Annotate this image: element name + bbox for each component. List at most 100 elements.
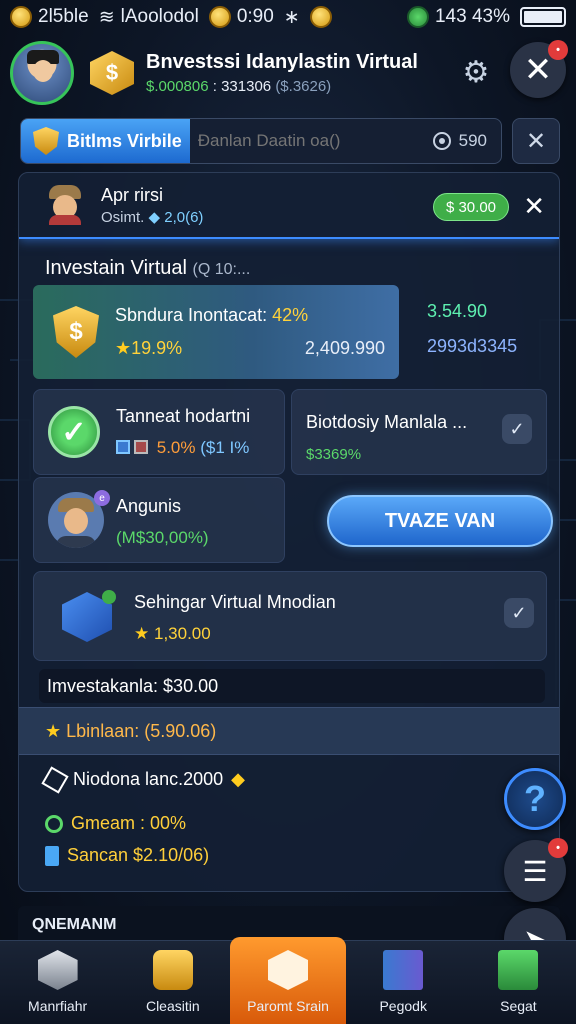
balance-green: $.000806 — [146, 78, 209, 95]
close-button[interactable]: ✕ • — [510, 40, 568, 98]
feature-side-values: 3.54.90 2993d3345 — [427, 301, 517, 357]
investment-card[interactable]: Sehingar Virtual Mnodian ★ 1,30.00 ✓ — [33, 571, 547, 661]
search-tab-label: Bitlms Virbile — [67, 130, 182, 151]
balance-white: : 331306 — [212, 78, 272, 95]
check-circle-icon: ✓ — [48, 406, 100, 458]
section-title-text: Investain Virtual — [45, 257, 187, 279]
user-sub: Osimt. ◆ 2,0(6) — [101, 208, 203, 226]
nav-item-manrfiahr[interactable]: Manrfiahr — [0, 941, 115, 1024]
info-line: Sancan $2.10/06) — [45, 845, 209, 866]
star-icon: ★ — [115, 338, 132, 358]
nav-label: Pegodk — [379, 998, 427, 1014]
search-input[interactable] — [189, 131, 433, 151]
search-box: Bitlms Virbile 590 — [20, 118, 502, 164]
card-title: Angunis — [116, 496, 182, 516]
card-pct: 5.0% — [156, 438, 196, 457]
app-logo-icon: $ — [90, 51, 134, 95]
info-line-text: Gmeam : 00% — [71, 813, 187, 833]
coin-icon — [208, 6, 231, 28]
status-dot — [102, 590, 116, 604]
list-button[interactable]: ☰ • — [504, 838, 568, 902]
shield-icon — [33, 127, 59, 155]
books-icon — [383, 950, 424, 990]
user-name: Apr rirsi — [101, 184, 163, 205]
search-count-value: 590 — [458, 131, 487, 150]
coins-icon: ◆ — [231, 769, 245, 789]
help-button[interactable]: ? — [504, 768, 566, 830]
info-line-text: Sancan $2.10/06) — [67, 845, 210, 865]
search-count: 590 — [432, 131, 501, 151]
featured-investment[interactable]: $ Sbndura Inontacat: 42% ★19.9% 2,409.99… — [33, 285, 399, 379]
box-icon — [37, 950, 78, 990]
search-row: Bitlms Virbile 590 ✕ — [20, 118, 560, 164]
invest-button[interactable]: TVAZE VAN — [327, 495, 553, 547]
nav-label: Manrfiahr — [28, 998, 88, 1014]
shield-dollar-icon: $ — [53, 306, 99, 358]
nav-item-cleasitin[interactable]: Cleasitin — [115, 941, 230, 1024]
section-title-suffix: (Q 10:... — [192, 261, 251, 278]
coin-icon — [10, 6, 32, 28]
balance-pill[interactable]: $ 30.00 — [432, 193, 509, 221]
checkbox[interactable]: ✓ — [504, 598, 534, 628]
card-extra: ($1 I% — [200, 438, 250, 457]
nav-label: Cleasitin — [145, 998, 200, 1014]
search-tab[interactable]: Bitlms Virbile — [21, 119, 190, 163]
battery-icon — [520, 7, 566, 27]
ring-icon — [45, 814, 63, 833]
status-network: lAoolodol — [120, 6, 199, 27]
signal-icon — [406, 6, 429, 28]
user-avatar[interactable] — [47, 185, 83, 225]
feature-rate: ★19.9% — [115, 338, 182, 359]
feature-title-pct: 42% — [272, 305, 309, 325]
info-line: Niodona lanc.2000 ◆ — [41, 765, 245, 794]
profile-avatar[interactable] — [10, 41, 74, 105]
checkbox[interactable]: ✓ — [502, 414, 532, 444]
clock-icon — [432, 132, 451, 150]
card-sub: $3369% — [306, 446, 362, 463]
cta-card: TVAZE VAN — [291, 477, 553, 563]
status-left-text: 2l5ble — [38, 6, 89, 27]
nav-label: Segat — [500, 998, 537, 1014]
user-sub-label: Osimt. — [101, 208, 145, 226]
card-meta: 5.0% ($1 I% — [116, 438, 249, 458]
nav-item-paromt-srain[interactable]: Paromt Srain — [230, 937, 346, 1024]
diamond-icon: ◆ — [148, 208, 161, 226]
status-signal: 143 43% — [434, 6, 510, 27]
gear-icon[interactable]: ⚙ — [456, 52, 496, 92]
check-icon: ✓ — [509, 418, 525, 439]
card-sub: (M$30,00%) — [116, 528, 209, 547]
user-sub-value: 2,0(6) — [164, 208, 204, 226]
page-title: Bnvestssi Idanylastin Virtual — [146, 51, 418, 73]
investment-card[interactable]: e Angunis (M$30,00%) — [33, 477, 285, 563]
check-icon: ✓ — [511, 602, 527, 623]
bluetooth-icon: ∗ — [283, 6, 300, 28]
nav-item-pegodk[interactable]: Pegodk — [346, 941, 461, 1024]
nav-item-segat[interactable]: Segat — [461, 941, 576, 1024]
star-icon: ★ — [134, 624, 150, 643]
status-time: 0:90 — [236, 6, 274, 27]
bottom-nav: Manrfiahr Cleasitin Paromt Srain Pegodk … — [0, 937, 576, 1024]
coin-chest-icon — [152, 950, 193, 990]
feature-side-top: 3.54.90 — [427, 301, 488, 321]
feature-rate-value: 19.9% — [131, 338, 183, 358]
square-icon — [134, 440, 148, 454]
cash-icon — [498, 950, 539, 990]
star-icon: ★ — [45, 720, 62, 741]
section-title: Investain Virtual (Q 10:... — [45, 257, 250, 280]
coin-icon — [309, 6, 332, 28]
card-title: Sehingar Virtual Mnodian — [134, 592, 336, 612]
feature-title: Sbndura Inontacat: 42% — [115, 305, 385, 326]
card-title: Biotdosiy Manlala ... — [306, 412, 468, 432]
close-icon[interactable]: ✕ — [523, 191, 545, 222]
clear-search-button[interactable]: ✕ — [512, 118, 560, 164]
investment-card[interactable]: Biotdosiy Manlala ... $3369% ✓ — [291, 389, 547, 475]
card-meta: ★ 1,30.00 — [134, 624, 211, 644]
investment-card[interactable]: ✓ Tanneat hodartni 5.0% ($1 I% — [33, 389, 285, 475]
nav-label: Paromt Srain — [247, 998, 329, 1014]
summary-strip: ★ Lbinlaan: (5.90.06) — [19, 707, 559, 755]
feature-side-bottom: 2993d3345 — [427, 336, 518, 356]
close-icon: ✕ — [523, 51, 553, 89]
summary-strip-text: Lbinlaan: (5.90.06) — [66, 720, 217, 741]
feature-title-text: Sbndura Inontacat: — [115, 305, 268, 325]
info-line-text: Niodona lanc.2000 — [73, 769, 224, 789]
